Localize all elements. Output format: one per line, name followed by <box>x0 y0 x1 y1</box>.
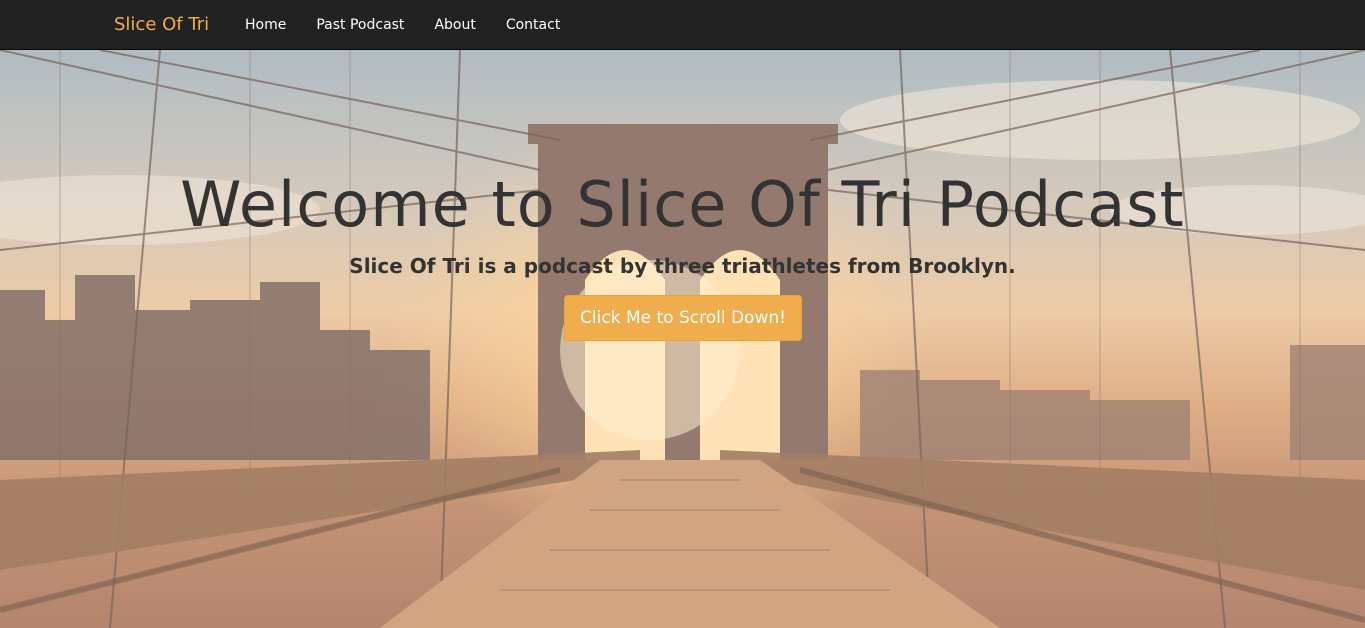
scroll-down-button[interactable]: Click Me to Scroll Down! <box>564 295 802 341</box>
hero-title: Welcome to Slice Of Tri Podcast <box>180 168 1185 241</box>
nav-link-past-podcast[interactable]: Past Podcast <box>301 0 419 50</box>
nav-item-home: Home <box>230 0 301 50</box>
top-navbar: Slice Of Tri Home Past Podcast About Con… <box>0 0 1365 50</box>
nav-menu: Home Past Podcast About Contact <box>230 0 575 50</box>
brand-link[interactable]: Slice Of Tri <box>114 14 209 35</box>
nav-link-home[interactable]: Home <box>230 0 301 50</box>
hero-section: Welcome to Slice Of Tri Podcast Slice Of… <box>0 50 1365 628</box>
nav-item-past-podcast: Past Podcast <box>301 0 419 50</box>
hero-subtitle: Slice Of Tri is a podcast by three triat… <box>349 254 1016 278</box>
nav-item-about: About <box>419 0 490 50</box>
nav-item-contact: Contact <box>491 0 575 50</box>
nav-link-contact[interactable]: Contact <box>491 0 575 50</box>
nav-link-about[interactable]: About <box>419 0 490 50</box>
